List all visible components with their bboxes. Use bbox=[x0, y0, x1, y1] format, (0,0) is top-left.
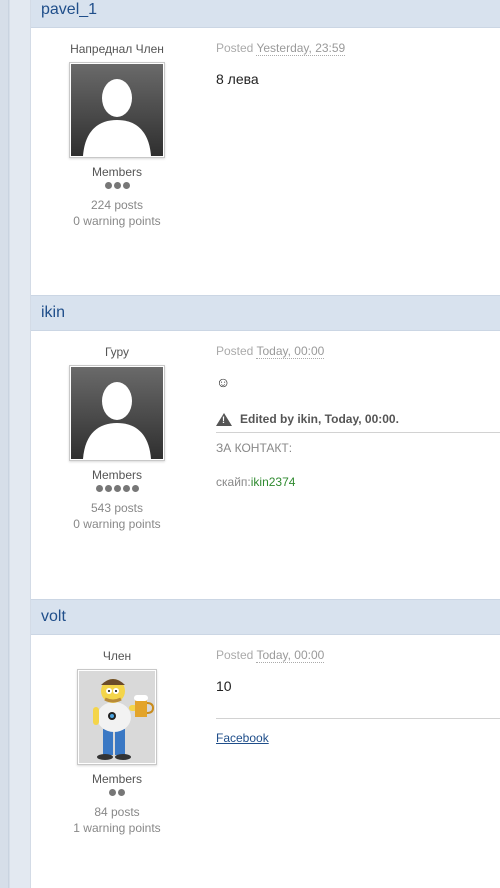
posted-label: Posted bbox=[216, 41, 254, 55]
posted-time: Today, 00:00 bbox=[256, 344, 325, 359]
cartoon-avatar-icon bbox=[79, 671, 155, 763]
left-rail bbox=[0, 0, 10, 888]
rank-pips bbox=[31, 789, 203, 799]
signature-divider bbox=[216, 718, 500, 719]
warning-points: 0 warning points bbox=[73, 517, 161, 531]
post-1: pavel_1 Напреднал Член Members 224 posts… bbox=[31, 0, 500, 296]
avatar[interactable] bbox=[69, 62, 165, 158]
avatar[interactable] bbox=[69, 365, 165, 461]
posted-time: Yesterday, 23:59 bbox=[256, 41, 346, 56]
post-body: ☺ bbox=[216, 374, 231, 390]
default-avatar-icon bbox=[71, 367, 163, 459]
signature-line: ЗА КОНТАКТ: bbox=[216, 441, 293, 455]
author-info: Гуру Members 543 posts 0 warning points bbox=[31, 337, 203, 531]
rank-pips bbox=[31, 485, 203, 495]
post-count: 84 posts bbox=[94, 805, 140, 819]
author-name-link[interactable]: pavel_1 bbox=[41, 1, 97, 18]
default-avatar-icon bbox=[71, 64, 163, 156]
post-header: volt bbox=[31, 599, 500, 635]
rank-pips bbox=[31, 182, 203, 192]
post-3: volt Член Members 84 posts 1 warning poi… bbox=[31, 599, 500, 888]
facebook-link[interactable]: Facebook bbox=[216, 731, 269, 745]
member-group: Members bbox=[91, 468, 142, 482]
avatar[interactable] bbox=[77, 669, 157, 765]
edit-note: Edited by ikin, Today, 00:00. bbox=[216, 412, 500, 426]
warning-points: 0 warning points bbox=[73, 214, 161, 228]
post-content: Posted Today, 00:00 10 Facebook bbox=[216, 635, 500, 747]
post-header: pavel_1 bbox=[31, 0, 500, 28]
post-2: ikin Гуру Members 543 posts 0 warning po… bbox=[31, 295, 500, 599]
posted-time: Today, 00:00 bbox=[256, 648, 325, 663]
signature-divider bbox=[216, 432, 500, 433]
thread: pavel_1 Напреднал Член Members 224 posts… bbox=[30, 0, 500, 888]
warning-icon bbox=[216, 412, 232, 426]
warning-points: 1 warning points bbox=[73, 821, 161, 835]
member-group: Members bbox=[91, 772, 142, 786]
posted-label: Posted bbox=[216, 344, 254, 358]
author-info: Напреднал Член Members 224 posts 0 warni… bbox=[31, 34, 203, 228]
member-group: Members bbox=[91, 165, 142, 179]
post-header: ikin bbox=[31, 295, 500, 331]
posted-date: Posted Yesterday, 23:59 bbox=[216, 41, 500, 56]
posted-label: Posted bbox=[216, 648, 254, 662]
post-count: 224 posts bbox=[90, 198, 144, 212]
member-rank: Гуру bbox=[104, 345, 130, 359]
author-name-link[interactable]: volt bbox=[41, 608, 66, 625]
post-content: Posted Today, 00:00 ☺ Edited by ikin, To… bbox=[216, 331, 500, 489]
signature-prefix: скайп: bbox=[216, 475, 251, 489]
edit-note-text: Edited by ikin, Today, 00:00. bbox=[240, 412, 399, 426]
member-rank: Напреднал Член bbox=[70, 42, 164, 56]
post-content: Posted Yesterday, 23:59 8 лева bbox=[216, 28, 500, 87]
signature-contact: скайп:ikin2374 bbox=[216, 475, 500, 489]
post-count: 543 posts bbox=[90, 501, 144, 515]
posted-date: Posted Today, 00:00 bbox=[216, 344, 500, 359]
signature: Facebook bbox=[216, 729, 500, 747]
posted-date: Posted Today, 00:00 bbox=[216, 648, 500, 663]
post-body: 10 bbox=[216, 678, 232, 694]
author-name-link[interactable]: ikin bbox=[41, 304, 65, 321]
post-body: 8 лева bbox=[216, 71, 259, 87]
skype-id: ikin2374 bbox=[250, 475, 296, 489]
member-rank: Член bbox=[102, 649, 132, 663]
author-info: Член Members 84 posts 1 warning points bbox=[31, 641, 203, 835]
